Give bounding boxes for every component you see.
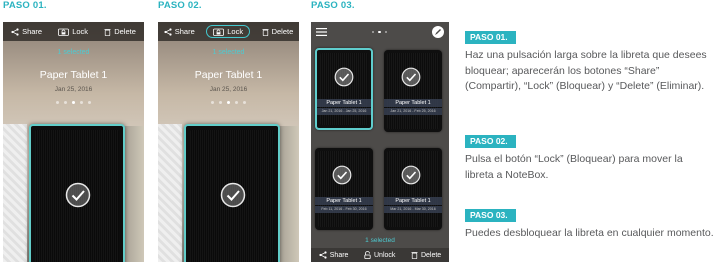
share-icon xyxy=(11,27,19,36)
share-button[interactable]: Share xyxy=(319,251,349,259)
share-label: Share xyxy=(22,27,43,36)
checkmark-icon xyxy=(332,165,352,185)
share-button[interactable]: Share xyxy=(11,27,42,36)
share-icon xyxy=(164,27,172,36)
selected-count: 1 selected xyxy=(212,49,245,56)
trash-icon xyxy=(104,28,111,36)
page-dot-active xyxy=(378,30,381,34)
notebook-cover xyxy=(387,53,439,129)
notebook-cover xyxy=(387,151,439,227)
page-dot xyxy=(56,101,59,104)
instruction-text: Puedes desbloquear la libreta en cualqui… xyxy=(465,227,714,239)
notebook-title: Paper Tablet 1 xyxy=(194,69,263,81)
delete-label: Delete xyxy=(420,251,442,259)
selected-count: 1 selected xyxy=(365,237,395,244)
neighbor-notebook-right[interactable] xyxy=(279,126,299,262)
trash-icon xyxy=(411,252,418,259)
delete-label: Delete xyxy=(271,27,294,36)
delete-button[interactable]: Delete xyxy=(411,251,441,259)
trash-icon xyxy=(262,28,269,36)
checkmark-icon xyxy=(334,67,354,87)
neighbor-notebook-right[interactable] xyxy=(124,126,144,262)
page-dot-active xyxy=(72,101,75,104)
delete-button[interactable]: Delete xyxy=(262,27,294,36)
notebox-header xyxy=(311,22,449,42)
step-1-label: PASO 01. xyxy=(3,0,47,11)
delete-label: Delete xyxy=(114,27,136,36)
notebook-title: Paper Tablet 1 xyxy=(315,197,373,205)
selection-toolbar: Share Lock Delete xyxy=(3,22,144,41)
selection-toolbar: Share Unlock Delete xyxy=(311,248,449,262)
instruction-badge: PASO 02. xyxy=(465,135,516,148)
notebook-date: Jan 25, 2016 xyxy=(209,86,248,93)
page-dot xyxy=(243,101,246,104)
share-label: Share xyxy=(174,27,195,36)
brush-icon xyxy=(435,29,441,35)
instruction-text: Haz una pulsación larga sobre la libreta… xyxy=(465,49,707,93)
instruction-text: Pulsa el botón “Lock” (Bloquear) para mo… xyxy=(465,153,683,181)
notebook-card[interactable]: Paper Tablet 1 Jan 21, 2016 - Jan 25, 20… xyxy=(315,48,373,130)
delete-button[interactable]: Delete xyxy=(104,27,136,36)
step-2-label: PASO 02. xyxy=(158,0,202,11)
notebook-cover xyxy=(318,151,370,227)
edit-button[interactable] xyxy=(432,26,444,38)
notebook-date-range: Feb 11, 2016 - Feb 30, 2016 xyxy=(315,206,373,213)
instruction-badge: PASO 01. xyxy=(465,31,516,44)
notebook-date-range: Mar 21, 2016 - Mar 30, 2016 xyxy=(384,206,442,213)
instruction-badge: PASO 03. xyxy=(465,209,516,222)
page-dot xyxy=(211,101,214,104)
page-dot xyxy=(219,101,222,104)
page-dot xyxy=(371,30,375,34)
checkmark-icon xyxy=(401,67,421,87)
share-button[interactable]: Share xyxy=(164,27,195,36)
page-indicator xyxy=(371,30,388,34)
page-dot xyxy=(80,101,83,104)
lock-button-highlighted[interactable]: Lock xyxy=(206,25,251,38)
unlock-label: Unlock xyxy=(374,251,396,259)
instruction-step-3: PASO 03. Puedes desbloquear la libreta e… xyxy=(465,205,714,242)
selected-notebook[interactable] xyxy=(184,124,280,262)
page-indicator xyxy=(158,101,299,104)
notebook-date-range: Jan 21, 2016 - Jan 25, 2016 xyxy=(317,108,371,115)
notebook-card[interactable]: Paper Tablet 1 Mar 21, 2016 - Mar 30, 20… xyxy=(384,148,442,230)
share-label: Share xyxy=(329,251,349,259)
instruction-step-2: PASO 02. Pulsa el botón “Lock” (Bloquear… xyxy=(465,131,714,183)
step-2-phone-screenshot: Share Lock Delete 1 selected Paper Table… xyxy=(158,22,299,262)
page-dot xyxy=(235,101,238,104)
page-dot xyxy=(88,101,91,104)
share-icon xyxy=(319,251,327,259)
page-dot xyxy=(384,30,388,34)
notebook-card[interactable]: Paper Tablet 1 Jan 21, 2016 - Feb 25, 20… xyxy=(384,50,442,132)
page-dot xyxy=(64,101,67,104)
unlock-icon xyxy=(364,251,371,259)
notebook-title: Paper Tablet 1 xyxy=(317,99,371,107)
lock-button[interactable]: Lock xyxy=(58,27,88,36)
selected-notebook[interactable] xyxy=(29,124,125,262)
notebook-card[interactable]: Paper Tablet 1 Feb 11, 2016 - Feb 30, 20… xyxy=(315,148,373,230)
step-1-phone-screenshot: Share Lock Delete 1 selected Paper Table… xyxy=(3,22,144,262)
menu-icon[interactable] xyxy=(316,28,327,36)
notebook-title: Paper Tablet 1 xyxy=(384,99,442,107)
notebook-title: Paper Tablet 1 xyxy=(39,69,108,81)
lock-icon xyxy=(213,28,225,36)
step-3-label: PASO 03. xyxy=(311,0,355,11)
neighbor-notebook-left[interactable] xyxy=(3,124,27,262)
step-3-phone-screenshot: Paper Tablet 1 Jan 21, 2016 - Jan 25, 20… xyxy=(311,22,449,262)
lock-label: Lock xyxy=(72,27,89,36)
page-dot-active xyxy=(227,101,230,104)
notebook-date: Jan 25, 2016 xyxy=(54,86,93,93)
notebook-title: Paper Tablet 1 xyxy=(384,197,442,205)
lock-label: Lock xyxy=(227,27,244,36)
checkmark-icon xyxy=(401,165,421,185)
checkmark-icon xyxy=(65,182,91,208)
checkmark-icon xyxy=(220,182,246,208)
unlock-button[interactable]: Unlock xyxy=(364,251,395,259)
instruction-step-1: PASO 01. Haz una pulsación larga sobre l… xyxy=(465,27,714,95)
notebook-date-range: Jan 21, 2016 - Feb 25, 2016 xyxy=(384,108,442,115)
neighbor-notebook-left[interactable] xyxy=(158,124,182,262)
page-indicator xyxy=(3,101,144,104)
selected-count: 1 selected xyxy=(57,49,90,56)
selection-toolbar: Share Lock Delete xyxy=(158,22,299,41)
lock-icon xyxy=(58,28,70,36)
